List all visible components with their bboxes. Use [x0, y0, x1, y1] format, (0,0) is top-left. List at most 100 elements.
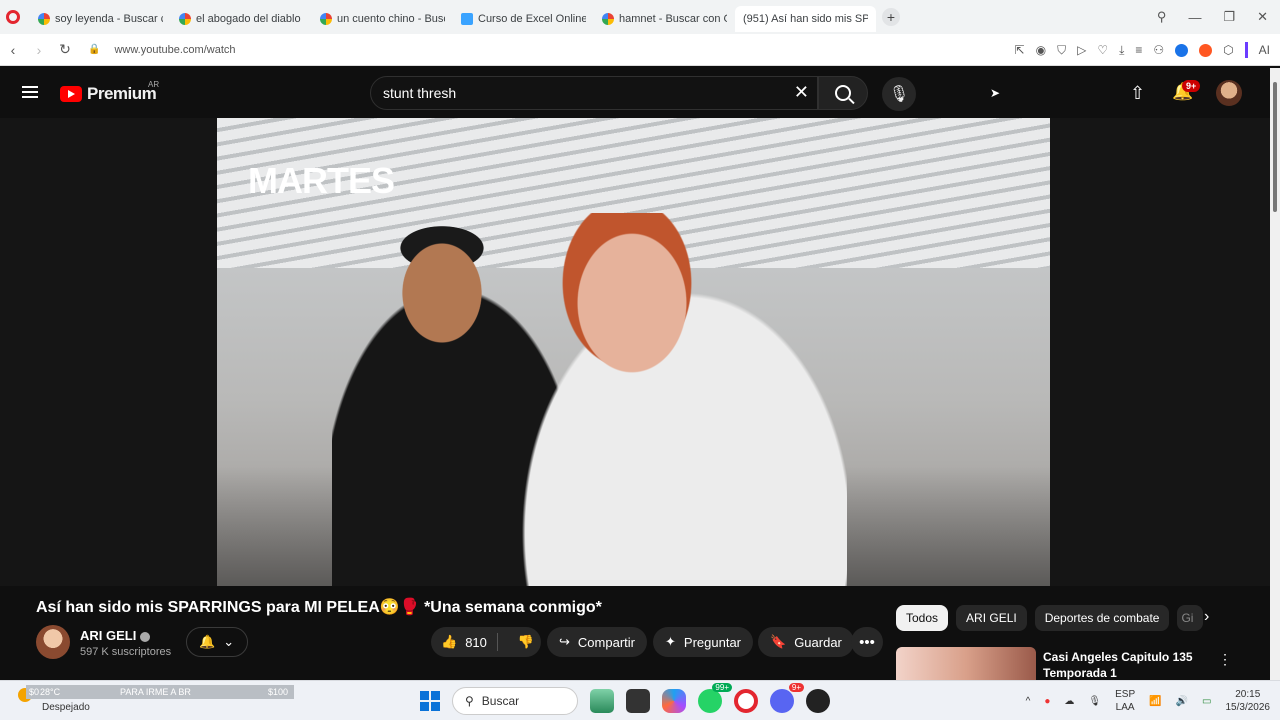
page-scrollbar[interactable] — [1270, 68, 1280, 680]
video-frame[interactable]: MARTES — [217, 118, 1050, 586]
download-icon[interactable]: ⤓ — [1119, 43, 1124, 58]
weather-description: Despejado — [42, 702, 90, 713]
clear-search-icon[interactable]: ✕ — [794, 82, 809, 103]
subscriber-count: 597 K suscriptores — [80, 646, 172, 658]
youtube-logo[interactable]: Premium — [60, 84, 157, 104]
system-tray: ^ ● ☁ 🎙 ESP LAA 📶 🔊 ▭ 20:15 15/3/2026 — [1026, 686, 1270, 716]
google-icon — [38, 13, 50, 25]
discord-icon[interactable]: 9+ — [770, 683, 804, 713]
browser-tab[interactable]: el abogado del diablo - Bu — [171, 6, 312, 32]
ticker-right: $100 — [268, 687, 289, 697]
windows-start-icon[interactable] — [420, 691, 440, 711]
extension-flame-icon[interactable] — [1199, 43, 1213, 57]
chip-todos[interactable]: Todos — [896, 605, 949, 631]
sparkle-icon: ✦ — [665, 634, 676, 649]
video-overlay-text: MARTES — [248, 160, 395, 201]
weather-temp: 28°C — [40, 687, 61, 697]
opera-icon[interactable] — [734, 689, 758, 713]
recommended-title[interactable]: Casi Angeles Capitulo 135 Temporada 1 — [1043, 649, 1223, 681]
opera-logo-icon[interactable] — [6, 10, 20, 24]
new-tab-button[interactable]: + — [882, 8, 900, 26]
extension-blue-icon[interactable] — [1175, 43, 1189, 57]
chevron-right-icon[interactable]: › — [1204, 608, 1209, 626]
extension-icons: ⇱ ◉ ⛉ ▷ ♡ ⤓ ≡ ⚇ ⬡ AI — [1015, 34, 1270, 66]
send-icon[interactable]: ⇱ — [1015, 43, 1025, 57]
forward-icon[interactable]: › — [26, 42, 52, 58]
channel-name[interactable]: ARI GELI — [80, 628, 151, 643]
dislike-button[interactable]: 👎 — [506, 634, 546, 650]
file-explorer-icon[interactable] — [626, 689, 650, 713]
voice-search-button[interactable]: 🎙 — [882, 77, 916, 111]
chip-partial[interactable]: Gi — [1177, 605, 1204, 631]
steam-icon[interactable] — [806, 689, 830, 713]
lock-icon[interactable]: 🔒 — [88, 44, 100, 55]
ask-button[interactable]: ✦ Preguntar — [653, 627, 753, 657]
battery-icon[interactable]: ▭ — [1202, 696, 1211, 707]
tab-label: (951) Así han sido mis SPA — [743, 13, 868, 25]
chevron-up-icon[interactable]: ^ — [1026, 696, 1031, 707]
close-window-button[interactable]: ✕ — [1257, 9, 1268, 25]
subscribe-bell-button[interactable]: 🔔 ⌄ — [186, 627, 248, 657]
address-bar: ‹ › ↻ 🔒 www.youtube.com/watch ⇱ ◉ ⛉ ▷ ♡ … — [0, 34, 1280, 66]
more-actions-button[interactable]: ••• — [851, 627, 883, 657]
save-button[interactable]: 🔖 Guardar — [758, 627, 854, 657]
chip-combat-sports[interactable]: Deportes de combate — [1034, 605, 1170, 631]
back-icon[interactable]: ‹ — [0, 42, 26, 58]
ticker-bar: $0 28°C PARA IRME A BR $100 — [26, 685, 294, 699]
minimize-button[interactable]: — — [1188, 10, 1201, 25]
google-icon — [602, 13, 614, 25]
language-code: ESP — [1115, 689, 1136, 700]
browser-tab[interactable]: un cuento chino - Buscar c — [312, 6, 453, 32]
more-vert-icon[interactable]: ⋮ — [1218, 651, 1232, 668]
volume-icon[interactable]: 🔊 — [1176, 696, 1188, 707]
like-dislike-group: 👍 810 👎 — [431, 627, 541, 657]
reload-icon[interactable]: ↻ — [52, 41, 78, 58]
like-button[interactable]: 👍 810 — [431, 633, 498, 651]
copilot-icon[interactable] — [662, 689, 686, 713]
channel-avatar[interactable] — [36, 625, 70, 659]
heart-icon[interactable]: ♡ — [1097, 43, 1108, 57]
menu-icon[interactable]: ≡ — [1135, 43, 1142, 57]
chevron-down-icon: ⌄ — [223, 634, 235, 649]
browser-tab-active[interactable]: (951) Así han sido mis SPA — [0, 6, 876, 77]
camera-icon[interactable]: ◉ — [1036, 43, 1046, 57]
video-info: Así han sido mis SPARRINGS para MI PELEA… — [36, 597, 886, 659]
wifi-icon[interactable]: 📶 — [1149, 696, 1161, 707]
cube-icon[interactable]: ⬡ — [1223, 43, 1233, 57]
whatsapp-badge: 99+ — [712, 683, 732, 692]
chip-channel[interactable]: ARI GELI — [956, 605, 1027, 631]
youtube-masthead: Premium AR ✕ 🎙 ➤ ⇧ 🔔 9+ — [0, 68, 1270, 118]
play-icon[interactable]: ▷ — [1077, 43, 1086, 57]
search-button[interactable] — [818, 76, 868, 110]
upload-icon[interactable]: ⇧ — [1130, 83, 1145, 104]
whatsapp-icon[interactable]: 99+ — [698, 683, 732, 713]
video-player[interactable]: MARTES — [0, 118, 1270, 586]
cloud-icon[interactable]: ☁ — [1064, 696, 1074, 707]
browser-tab[interactable]: soy leyenda - Buscar con G — [30, 6, 171, 32]
clock[interactable]: 20:15 15/3/2026 — [1226, 688, 1271, 714]
landscape-app-icon[interactable] — [590, 689, 614, 713]
taskbar-apps: ⚲ Buscar 99+ 9+ — [420, 683, 830, 717]
microphone-icon[interactable]: 🎙 — [1088, 696, 1101, 707]
language-indicator[interactable]: ESP LAA — [1115, 688, 1135, 714]
scrollbar-thumb[interactable] — [1273, 82, 1277, 212]
discord-badge: 9+ — [788, 683, 804, 692]
bookmark-icon: 🔖 — [770, 634, 787, 649]
avatar[interactable] — [1216, 80, 1242, 106]
shield-icon[interactable]: ⛉ — [1057, 43, 1066, 58]
channel-name-text: ARI GELI — [80, 628, 137, 643]
profile-icon[interactable]: ⚇ — [1153, 43, 1164, 57]
browser-tab[interactable]: Curso de Excel Online — [453, 6, 594, 32]
taskbar-search[interactable]: ⚲ Buscar — [452, 687, 578, 715]
maximize-button[interactable]: ❐ — [1223, 9, 1235, 25]
search-input[interactable] — [383, 85, 783, 101]
ticker-left: $0 — [29, 687, 40, 697]
tray-app-icon[interactable]: ● — [1044, 696, 1050, 707]
menu-icon[interactable] — [22, 86, 38, 98]
share-button[interactable]: ↪ Compartir — [547, 627, 647, 657]
browser-tab[interactable]: hamnet - Buscar con Goo — [594, 6, 735, 32]
ai-button[interactable]: AI — [1259, 43, 1270, 57]
extension-bar-icon — [1244, 42, 1248, 58]
url-field[interactable]: www.youtube.com/watch — [114, 44, 235, 56]
search-tabs-icon[interactable]: ⚲ — [1157, 9, 1167, 25]
